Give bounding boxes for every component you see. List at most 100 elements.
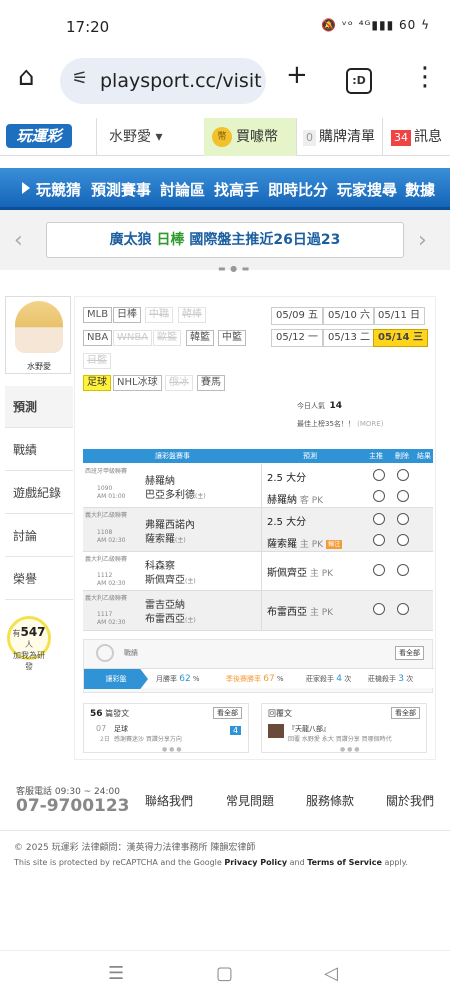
home-nav-icon[interactable]: ▢ [216, 963, 233, 984]
date-0513[interactable]: 05/13 二 [323, 329, 375, 347]
back-icon[interactable]: ◁ [324, 963, 338, 984]
cancel-radio[interactable] [397, 513, 409, 525]
ranking-more[interactable]: (MORE) [357, 420, 383, 428]
post-reply-count: 4 [230, 726, 242, 735]
league-chip-kbo[interactable]: 韓棒 [178, 307, 206, 323]
service-phone[interactable]: 07-9700123 [16, 796, 130, 816]
side-tab-predict[interactable]: 預測 [5, 386, 73, 428]
perf-label: 月勝率 [156, 675, 180, 683]
row-divider [261, 464, 262, 507]
posts-count: 56 [90, 709, 103, 719]
copyright: © 2025 玩運彩 法律顧問：漢英得力法律事務所 陳韻宏律師 [14, 843, 256, 853]
main-radio[interactable] [373, 469, 385, 481]
league-chip-sbl[interactable]: 中籃 [218, 330, 246, 346]
footer-link-contact[interactable]: 聯絡我們 [145, 792, 193, 809]
row-pick1[interactable]: 2.5 大分 [267, 513, 306, 528]
league-chip-khl[interactable]: 俄冰 [165, 375, 193, 391]
fans-bulb[interactable]: 有547人 加我為研發 [5, 614, 53, 672]
row-pick2[interactable]: 赫羅納 客 PK [267, 491, 323, 506]
nav-item-predict[interactable]: 預測賽事 [91, 179, 151, 200]
row-team2: 薩索羅(主) [145, 530, 186, 545]
league-chip-nhl[interactable]: NHL冰球 [113, 375, 162, 391]
league-chip-npb[interactable]: 日棒 [113, 307, 141, 323]
announcement-banner[interactable]: 廣太狼 日棒 國際盤主推近26日過23 [46, 222, 404, 258]
cancel-radio[interactable] [397, 490, 409, 502]
url-text[interactable]: playsport.cc/visit [100, 70, 262, 92]
league-chip-mlb[interactable]: MLB [83, 307, 113, 323]
avatar[interactable]: 水野愛 [5, 296, 71, 374]
site-logo[interactable]: 玩運彩 [6, 124, 72, 148]
privacy-policy-link[interactable]: Privacy Policy [224, 858, 287, 867]
ranking-label: 最佳上榜35名！！ [297, 420, 355, 428]
cancel-radio[interactable] [397, 603, 409, 615]
message-button[interactable]: 34 訊息 [382, 118, 450, 156]
date-0514[interactable]: 05/14 三 [373, 329, 428, 347]
replies-view-all-button[interactable]: 看全部 [391, 707, 420, 719]
carousel-prev-icon[interactable]: ‹ [14, 228, 23, 253]
terms-link[interactable]: Terms of Service [307, 858, 382, 867]
main-radio[interactable] [373, 603, 385, 615]
performance-view-all-button[interactable]: 看全部 [395, 646, 424, 660]
reply-title[interactable]: 『天龍八部』 [288, 724, 330, 734]
user-dropdown[interactable]: 水野愛 ▾ [96, 118, 204, 156]
nav-item-forum[interactable]: 討論區 [160, 179, 205, 200]
footer-link-faq[interactable]: 常見問題 [226, 792, 274, 809]
site-settings-icon[interactable]: ⚟ [72, 68, 88, 89]
announcement-league: 日棒 [156, 232, 185, 248]
carousel-next-icon[interactable]: › [418, 228, 427, 253]
address-bar[interactable]: ⚟ playsport.cc/visit [60, 58, 266, 104]
date-0511[interactable]: 05/11 日 [373, 307, 425, 325]
buy-coin-label: 買噱幣 [236, 129, 278, 145]
league-chip-horse[interactable]: 賽馬 [197, 375, 225, 391]
league-chip-euro-bb[interactable]: 歐籃 [153, 330, 181, 346]
reply-avatar [268, 724, 284, 738]
row-pick2[interactable]: 薩索羅 主 PK 輸注 [267, 535, 343, 550]
nav-item-data[interactable]: 數據 [405, 179, 435, 200]
date-0512[interactable]: 05/12 一 [271, 329, 323, 347]
side-tab-discussion[interactable]: 討論 [5, 515, 73, 557]
league-chip-cpbl[interactable]: 中職 [145, 307, 173, 323]
nav-item-guess[interactable]: 玩競猜 [36, 179, 81, 200]
side-tab-honor[interactable]: 榮譽 [5, 558, 73, 600]
nav-item-livescore[interactable]: 即時比分 [268, 179, 328, 200]
date-0510[interactable]: 05/10 六 [323, 307, 375, 325]
buy-coin-button[interactable]: 幣買噱幣 [204, 118, 296, 156]
recents-icon[interactable]: ☰ [108, 963, 124, 984]
posts-view-all-button[interactable]: 看全部 [213, 707, 242, 719]
main-radio[interactable] [373, 564, 385, 576]
side-tab-game-log[interactable]: 遊戲紀錄 [5, 472, 73, 514]
site-header: 玩運彩 水野愛 ▾ 幣買噱幣 0 購牌清單 34 訊息 [0, 118, 450, 156]
side-tab-record[interactable]: 戰績 [5, 429, 73, 471]
league-chip-bleague[interactable]: 日籃 [83, 353, 111, 369]
footer-link-terms[interactable]: 服務條款 [306, 792, 354, 809]
cancel-radio[interactable] [397, 534, 409, 546]
league-chip-wnba[interactable]: WNBA [113, 330, 153, 346]
nav-item-player-search[interactable]: 玩家搜尋 [337, 179, 397, 200]
home-icon[interactable]: ⌂ [18, 62, 35, 92]
league-chip-soccer[interactable]: 足球 [83, 375, 111, 391]
league-chip-nba[interactable]: NBA [83, 330, 113, 346]
nav-item-experts[interactable]: 找高手 [214, 179, 259, 200]
row-pick1[interactable]: 斯佩齊亞 主 PK [267, 564, 333, 579]
reply-desc[interactable]: 回覆 水野愛 永大 買讚分享 買哪個時代 [288, 734, 392, 743]
row-pick1[interactable]: 布雷西亞 主 PK [267, 603, 333, 618]
cart-button[interactable]: 0 購牌清單 [296, 118, 382, 156]
tab-switcher-button[interactable]: :D [346, 68, 372, 94]
post-title[interactable]: 足球 [114, 724, 128, 734]
main-radio[interactable] [373, 490, 385, 502]
main-radio[interactable] [373, 534, 385, 546]
performance-tab[interactable]: 讓彩盤 [84, 669, 148, 689]
date-0509[interactable]: 05/09 五 [271, 307, 323, 325]
target-icon [96, 644, 114, 662]
coin-icon: 幣 [212, 127, 232, 147]
league-chip-kbl[interactable]: 韓籃 [186, 330, 214, 346]
footer-link-about[interactable]: 關於我們 [386, 792, 434, 809]
browser-menu-icon[interactable]: ⋮ [412, 62, 438, 92]
cancel-radio[interactable] [397, 469, 409, 481]
new-tab-button[interactable]: + [286, 60, 308, 90]
main-radio[interactable] [373, 513, 385, 525]
post-desc[interactable]: 感謝賽迷沙 買讚分享方向 [114, 734, 182, 743]
cancel-radio[interactable] [397, 564, 409, 576]
perf-unit: 次 [403, 675, 414, 683]
row-pick1[interactable]: 2.5 大分 [267, 469, 306, 484]
